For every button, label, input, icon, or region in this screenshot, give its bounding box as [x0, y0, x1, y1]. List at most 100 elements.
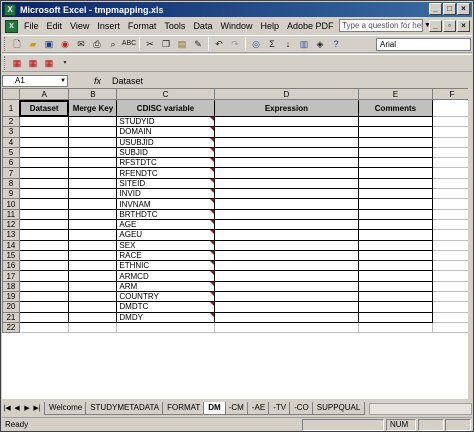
- autosum-icon[interactable]: Σ: [265, 37, 279, 51]
- column-header[interactable]: D: [213, 88, 360, 100]
- sheet-tab[interactable]: Welcome: [44, 402, 88, 415]
- cell[interactable]: [18, 188, 70, 200]
- workbook-icon[interactable]: X: [5, 19, 18, 33]
- formula-input[interactable]: Dataset: [112, 76, 143, 86]
- cell[interactable]: [18, 115, 70, 128]
- toolbar-grip[interactable]: [4, 56, 7, 70]
- cell[interactable]: [431, 177, 472, 190]
- doc-minimize-button[interactable]: _: [429, 20, 442, 32]
- save-icon[interactable]: ▣: [42, 37, 56, 51]
- chart-wizard-icon[interactable]: ▥: [297, 37, 311, 51]
- cdisc-variable-cell[interactable]: SUBJID: [116, 146, 215, 159]
- cell[interactable]: [68, 136, 118, 148]
- cell[interactable]: [431, 229, 472, 241]
- convert-and-email-pdf-icon[interactable]: ▦: [26, 56, 40, 70]
- menu-file[interactable]: File: [20, 21, 43, 31]
- cell[interactable]: [431, 321, 472, 334]
- cell[interactable]: [213, 167, 360, 179]
- doc-restore-button[interactable]: ▫: [443, 20, 456, 32]
- cell[interactable]: [18, 208, 70, 220]
- function-icon[interactable]: fx: [94, 76, 106, 86]
- cell[interactable]: [431, 208, 472, 220]
- cell[interactable]: [116, 321, 215, 334]
- row-header[interactable]: 4: [2, 136, 20, 148]
- horizontal-scrollbar[interactable]: [369, 402, 472, 415]
- cell[interactable]: [358, 249, 433, 262]
- name-box[interactable]: A1 ▼: [2, 74, 68, 87]
- row-header[interactable]: 21: [2, 311, 20, 323]
- cell[interactable]: [68, 301, 118, 313]
- cdisc-variable-cell[interactable]: BRTHDTC: [116, 208, 215, 220]
- column-header[interactable]: C: [116, 88, 215, 100]
- cell[interactable]: [18, 136, 70, 148]
- row-header[interactable]: 14: [2, 239, 20, 251]
- cell[interactable]: [68, 177, 118, 190]
- cell[interactable]: [213, 229, 360, 241]
- row-header[interactable]: 17: [2, 270, 20, 282]
- menu-adobe-pdf[interactable]: Adobe PDF: [283, 21, 338, 31]
- cell[interactable]: [213, 177, 360, 190]
- cdisc-variable-cell[interactable]: ARMCD: [116, 270, 215, 282]
- maximize-button[interactable]: □: [443, 3, 456, 15]
- toolbar-grip[interactable]: [4, 37, 7, 51]
- cell[interactable]: [431, 270, 472, 282]
- cell[interactable]: [68, 115, 118, 128]
- cell[interactable]: [213, 280, 360, 293]
- row-header[interactable]: 6: [2, 157, 20, 169]
- print-preview-icon[interactable]: ⌕: [106, 37, 120, 51]
- cell[interactable]: [431, 301, 472, 313]
- cell[interactable]: [213, 157, 360, 169]
- cdisc-variable-cell[interactable]: RFENDTC: [116, 167, 215, 179]
- sort-ascending-icon[interactable]: ↓: [281, 37, 295, 51]
- cell[interactable]: [213, 321, 360, 334]
- cell[interactable]: [358, 177, 433, 190]
- menu-insert[interactable]: Insert: [93, 21, 124, 31]
- format-painter-icon[interactable]: ✎: [191, 37, 205, 51]
- new-file-icon[interactable]: 🗋: [10, 37, 24, 51]
- cell[interactable]: [213, 311, 360, 323]
- cell[interactable]: [431, 157, 472, 169]
- header-cell[interactable]: CDISC variable: [116, 99, 215, 117]
- convert-and-review-pdf-icon[interactable]: ▦: [42, 56, 56, 70]
- cell[interactable]: [213, 198, 360, 210]
- menu-view[interactable]: View: [66, 21, 93, 31]
- cell[interactable]: [18, 270, 70, 282]
- cell[interactable]: [358, 321, 433, 334]
- cell[interactable]: [18, 301, 70, 313]
- excel-icon[interactable]: X: [4, 3, 16, 16]
- cell[interactable]: [68, 218, 118, 231]
- cell[interactable]: [358, 136, 433, 148]
- cell[interactable]: [213, 146, 360, 159]
- sheet-tab[interactable]: -CO: [289, 402, 314, 415]
- cell[interactable]: [213, 126, 360, 138]
- cell[interactable]: [18, 280, 70, 293]
- cell[interactable]: [18, 177, 70, 190]
- spelling-icon[interactable]: ABC: [122, 37, 136, 51]
- cell[interactable]: [68, 311, 118, 323]
- email-icon[interactable]: ✉: [74, 37, 88, 51]
- row-header[interactable]: 3: [2, 126, 20, 138]
- cell[interactable]: [358, 270, 433, 282]
- cell[interactable]: [213, 270, 360, 282]
- doc-close-button[interactable]: ×: [457, 20, 470, 32]
- cell[interactable]: [431, 198, 472, 210]
- cell[interactable]: [431, 126, 472, 138]
- cell[interactable]: [431, 115, 472, 128]
- cell[interactable]: [18, 218, 70, 231]
- sheet-tab[interactable]: FORMAT: [162, 402, 206, 415]
- cell[interactable]: [68, 167, 118, 179]
- permission-icon[interactable]: ◉: [58, 37, 72, 51]
- cell[interactable]: [18, 321, 70, 334]
- cell[interactable]: [358, 301, 433, 313]
- cdisc-variable-cell[interactable]: USUBJID: [116, 136, 215, 148]
- chevron-down-icon[interactable]: ▾: [58, 56, 72, 70]
- cell[interactable]: [68, 249, 118, 262]
- row-header[interactable]: 2: [2, 115, 20, 128]
- spreadsheet-grid[interactable]: A B C D E F 1 Dataset Merge Key CDISC variable Exp…: [2, 88, 472, 399]
- cell[interactable]: [68, 321, 118, 334]
- cell[interactable]: [213, 239, 360, 251]
- next-sheet-icon[interactable]: ▶: [22, 403, 32, 415]
- cell[interactable]: [18, 239, 70, 251]
- cell[interactable]: [431, 280, 472, 293]
- column-header[interactable]: F: [431, 88, 472, 100]
